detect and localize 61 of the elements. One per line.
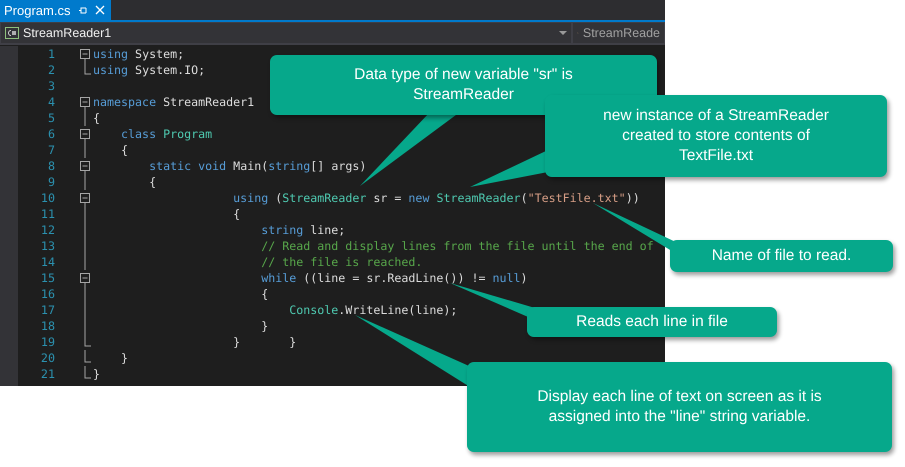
line-number: 1 [46,47,55,61]
fold-line-icon [84,174,86,190]
code-line: // Read and display lines from the file until the end of [260,238,654,254]
line-number: 2 [46,63,55,77]
close-icon[interactable] [95,5,106,15]
callout: Reads each line in file [527,307,777,337]
code-line: static void Main(string[] args) [148,158,366,174]
line-number: 21 [40,367,55,381]
line-number: 4 [46,95,55,109]
code-line: string line; [260,222,346,238]
code-line: } } [232,334,296,350]
code-line: { [148,174,156,190]
caret-icon [559,30,568,36]
line-number: 14 [40,255,55,269]
code-line: } [93,366,100,382]
line-number: 12 [40,223,55,237]
line-number: 17 [40,303,55,317]
line-number: 7 [46,143,55,157]
code-line: while ((line = sr.ReadLine()) != null) [260,270,528,286]
line-number: 11 [40,207,55,221]
file-tab[interactable]: Program.cs [0,0,112,20]
project-dropdown[interactable]: StreamReader1 [0,22,572,44]
code-line: using System.IO; [93,62,206,78]
code-line: using (StreamReader sr = new StreamReader("TestFile.txt")) [232,190,640,206]
code-line: using System; [93,46,184,62]
line-number: 10 [40,191,55,205]
line-number: 9 [46,175,55,189]
line-number: 13 [40,239,55,253]
pin-icon[interactable] [78,6,88,14]
line-number: 6 [46,127,55,141]
code-line: { [232,206,240,222]
line-number: 18 [40,319,55,333]
fold-line-icon [84,110,86,126]
code-line: class Program [120,126,212,142]
code-line: } [120,350,128,366]
line-number: 3 [46,79,55,93]
fold-toggle-icon[interactable] [80,190,90,206]
fold-toggle-icon[interactable] [80,94,90,110]
fold-toggle-icon[interactable] [80,126,90,142]
code-line: // the file is reached. [260,254,422,270]
line-number: 15 [40,271,55,285]
line-number: 19 [40,335,55,349]
callout: new instance of a StreamReader created to store contents of TextFile.txt [545,95,887,177]
code-line: { [93,110,100,126]
fold-line-icon [84,142,86,158]
line-number: 8 [46,159,55,173]
fold-toggle-icon[interactable] [80,270,90,286]
callout: Display each line of text on screen as it is assigned into the "line" string variable. [467,362,892,452]
callout: Name of file to read. [670,240,893,272]
line-number: 16 [40,287,55,301]
code-line: Console.WriteLine(line); [288,302,458,318]
code-line: { [260,286,268,302]
code-line: namespace StreamReader1 [93,94,254,110]
fold-toggle-icon[interactable] [80,46,90,62]
csharp-file-icon [5,27,19,39]
code-line: } [260,318,268,334]
code-line: { [120,142,128,158]
member-dropdown[interactable]: StreamReade [572,22,665,44]
fold-toggle-icon[interactable] [80,158,90,174]
line-number: 5 [46,111,55,125]
line-number: 20 [40,351,55,365]
